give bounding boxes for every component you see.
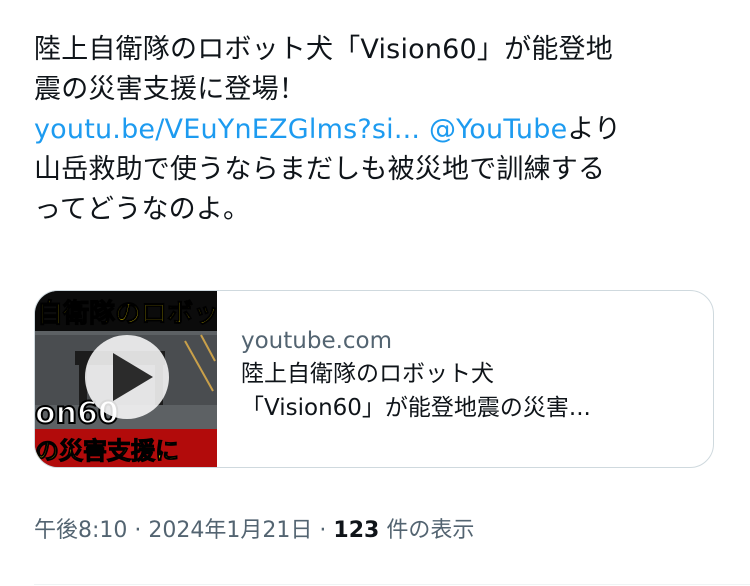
meta-separator: · (134, 518, 142, 543)
card-title-line-1: 陸上自衛隊のロボット犬 (241, 361, 494, 387)
link-preview-card[interactable]: 自衛隊のロボッ on60 の災害支援に youtube.com 陸上自衛隊のロボ… (34, 290, 714, 468)
card-domain: youtube.com (241, 328, 393, 354)
video-thumbnail[interactable]: 自衛隊のロボッ on60 の災害支援に (35, 291, 217, 467)
meta-separator: · (319, 518, 327, 543)
card-title-line-2: 「Vision60」が能登地震の災害... (241, 395, 591, 421)
youtube-link[interactable]: youtu.be/VEuYnEZGlms?si... (34, 114, 420, 145)
play-icon[interactable] (85, 335, 169, 419)
tweet-time[interactable]: 午後8:10 (34, 518, 127, 543)
tweet-line-3: youtu.be/VEuYnEZGlms?si... @YouTubeより (34, 110, 724, 150)
thumbnail-image: 自衛隊のロボッ on60 の災害支援に (35, 291, 217, 467)
views-count[interactable]: 123 (333, 518, 379, 543)
youtube-mention-link[interactable]: @YouTube (429, 114, 567, 145)
tweet-meta: 午後8:10 · 2024年1月21日 · 123 件の表示 (34, 512, 474, 544)
tweet-date[interactable]: 2024年1月21日 (148, 518, 312, 543)
card-meta: youtube.com 陸上自衛隊のロボット犬 「Vision60」が能登地震の… (241, 325, 681, 425)
tweet-line-4: 山岳救助で使うならまだしも被災地で訓練する (34, 154, 606, 185)
tweet-line-2: 震の災害支援に登場！ (34, 74, 306, 105)
divider (34, 584, 750, 585)
tweet-line-1: 陸上自衛隊のロボット犬「Vision60」が能登地 (34, 34, 613, 65)
thumbnail-bottom-text: の災害支援に (35, 437, 179, 465)
thumbnail-top-text: 自衛隊のロボッ (37, 298, 217, 329)
tweet-text: 陸上自衛隊のロボット犬「Vision60」が能登地 震の災害支援に登場！ you… (34, 30, 724, 230)
views-label: 件の表示 (386, 518, 475, 543)
tweet-line-3-tail: より (567, 114, 622, 145)
tweet-line-5: ってどうなのよ。 (34, 194, 251, 225)
